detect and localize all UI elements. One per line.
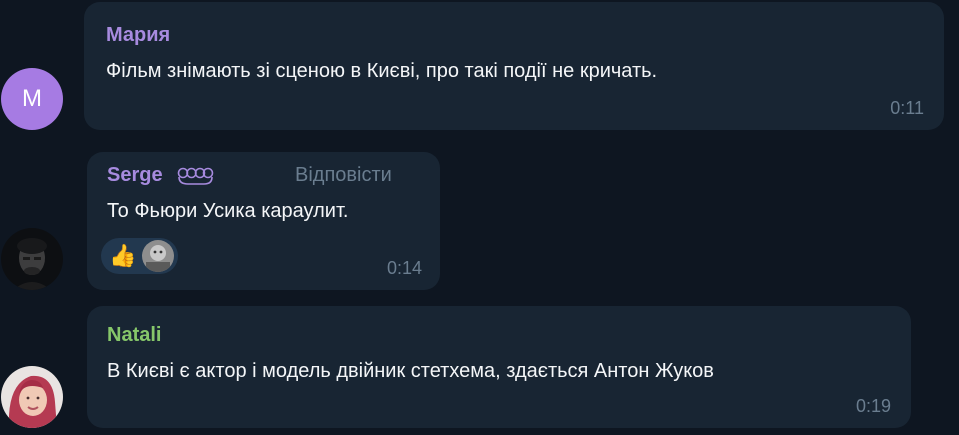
- message-author[interactable]: Natali: [107, 324, 161, 347]
- reactor-photo-icon: [142, 240, 175, 272]
- avatar-maria[interactable]: M: [1, 68, 63, 130]
- reaction-user-avatar: [142, 240, 175, 272]
- reaction-pill[interactable]: 👍: [101, 238, 179, 274]
- message-text: То Фьюри Усика караулит.: [107, 200, 349, 222]
- message-author[interactable]: Мария: [106, 24, 170, 47]
- message-text: Фільм знімають зі сценою в Києві, про та…: [106, 60, 658, 82]
- brass-knuckles-icon: [177, 167, 214, 185]
- reply-button[interactable]: Відповісти: [295, 164, 392, 187]
- avatar-natali[interactable]: [1, 366, 63, 428]
- message-bubble[interactable]: Natali В Києві є актор і модель двійник …: [87, 306, 911, 428]
- message-time: 0:19: [855, 396, 891, 416]
- message-bubble[interactable]: Serge Відповісти То Фьюри Усика караулит…: [87, 152, 440, 290]
- message-time: 0:14: [386, 258, 422, 278]
- avatar-letter: M: [22, 85, 42, 112]
- message-bubble[interactable]: Мария Фільм знімають зі сценою в Києві, …: [84, 2, 944, 130]
- message-author[interactable]: Serge: [107, 164, 163, 187]
- avatar-serge[interactable]: [1, 228, 63, 290]
- message-time: 0:11: [890, 98, 924, 118]
- avatar-photo-icon: [1, 228, 63, 290]
- thumbs-up-emoji: 👍: [109, 243, 137, 268]
- chat-message-list: M Мария Фільм знімають зі сценою в Києві…: [0, 0, 959, 435]
- message-text: В Києві є актор і модель двійник стетхем…: [107, 360, 714, 382]
- avatar-photo-icon: [1, 366, 63, 428]
